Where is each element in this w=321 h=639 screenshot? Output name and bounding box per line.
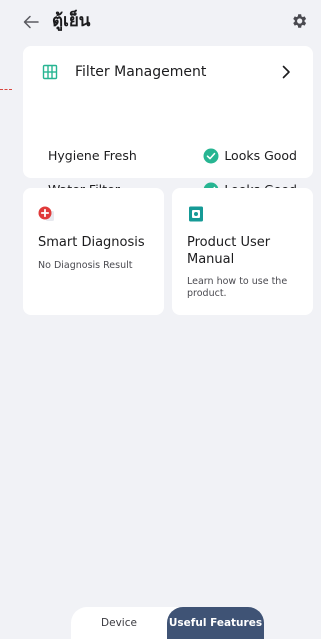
edge-guide-mark xyxy=(0,89,12,90)
manual-icon xyxy=(189,206,203,222)
smart-diagnosis-card[interactable]: Smart Diagnosis No Diagnosis Result xyxy=(23,188,164,315)
grid-icon xyxy=(42,64,58,80)
gear-icon xyxy=(293,14,307,28)
diagnosis-icon xyxy=(38,206,54,221)
page-title: ตู้เย็น xyxy=(52,11,91,31)
app-header: ตู้เย็น xyxy=(0,0,321,46)
hygiene-fresh-row: Hygiene Fresh Looks Good xyxy=(23,145,313,167)
smart-diagnosis-title: Smart Diagnosis xyxy=(38,235,145,250)
filter-management-card: Filter Management Hygiene Fresh Looks Go… xyxy=(23,46,313,198)
hygiene-fresh-label: Hygiene Fresh xyxy=(48,148,137,163)
tab-useful-features[interactable]: Useful Features xyxy=(167,607,264,639)
check-circle-icon xyxy=(203,148,219,164)
filter-management-link[interactable]: Filter Management xyxy=(23,59,313,85)
refrigerator-useful-features-screen: ตู้เย็น Filter Management Hygiene Fresh xyxy=(0,0,321,639)
tab-device[interactable]: Device xyxy=(71,607,167,639)
product-user-manual-card[interactable]: Product User Manual Learn how to use the… xyxy=(172,188,313,315)
product-user-manual-desc: Learn how to use the product. xyxy=(187,276,288,299)
hygiene-fresh-status: Looks Good xyxy=(203,145,297,167)
filter-management-title: Filter Management xyxy=(75,64,207,80)
chevron-right-icon xyxy=(282,65,290,79)
settings-button[interactable] xyxy=(288,10,310,32)
bottom-tab-bar: Device Useful Features xyxy=(71,607,264,639)
arrow-left-icon xyxy=(23,15,39,29)
smart-diagnosis-desc: No Diagnosis Result xyxy=(38,260,133,271)
hygiene-fresh-status-text: Looks Good xyxy=(224,148,297,163)
product-user-manual-title: Product User Manual xyxy=(187,235,271,267)
back-button[interactable] xyxy=(18,9,44,35)
